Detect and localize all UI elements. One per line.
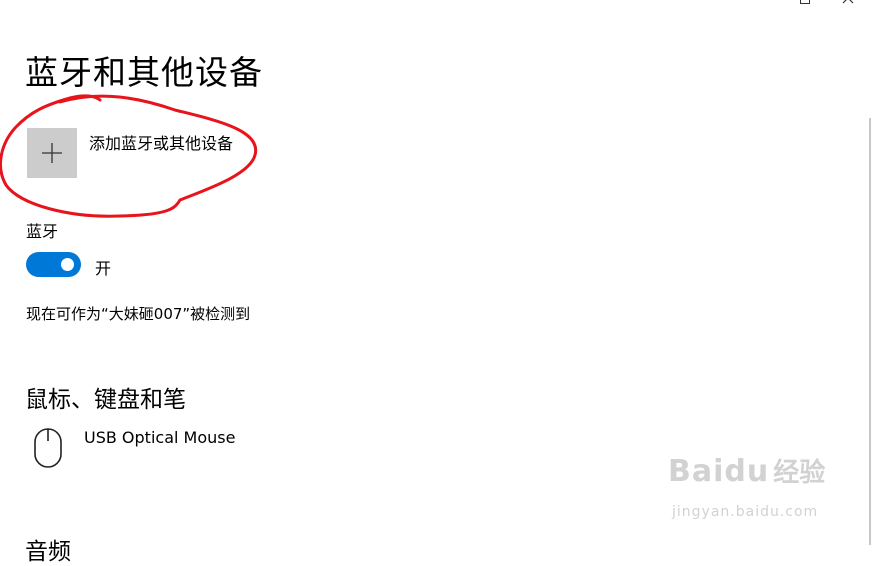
maximize-button[interactable] [800, 0, 810, 4]
close-icon[interactable] [842, 0, 854, 4]
device-name: USB Optical Mouse [84, 428, 236, 447]
mouse-keyboard-pen-heading: 鼠标、键盘和笔 [25, 387, 186, 413]
device-item[interactable]: USB Optical Mouse [33, 425, 235, 471]
bluetooth-label: 蓝牙 [26, 222, 59, 241]
add-device-button[interactable]: 添加蓝牙或其他设备 [27, 128, 233, 178]
audio-heading: 音频 [25, 539, 71, 565]
plus-icon [42, 143, 62, 163]
toggle-knob [61, 258, 74, 271]
bluetooth-toggle[interactable] [26, 252, 81, 277]
watermark-brand-cn: 经验 [773, 458, 826, 488]
bluetooth-state: 开 [95, 259, 112, 278]
scrollbar[interactable] [869, 118, 871, 545]
page-title: 蓝牙和其他设备 [25, 53, 263, 92]
add-device-label: 添加蓝牙或其他设备 [89, 134, 234, 153]
watermark-brand: Baidu [668, 454, 770, 489]
discoverable-text: 现在可作为“大妹砸007”被检测到 [26, 305, 251, 323]
watermark: Baidu 经验 jingyan.baidu.com [668, 452, 826, 520]
add-tile[interactable] [27, 128, 77, 178]
mouse-icon [34, 428, 62, 468]
watermark-url: jingyan.baidu.com [672, 504, 819, 520]
